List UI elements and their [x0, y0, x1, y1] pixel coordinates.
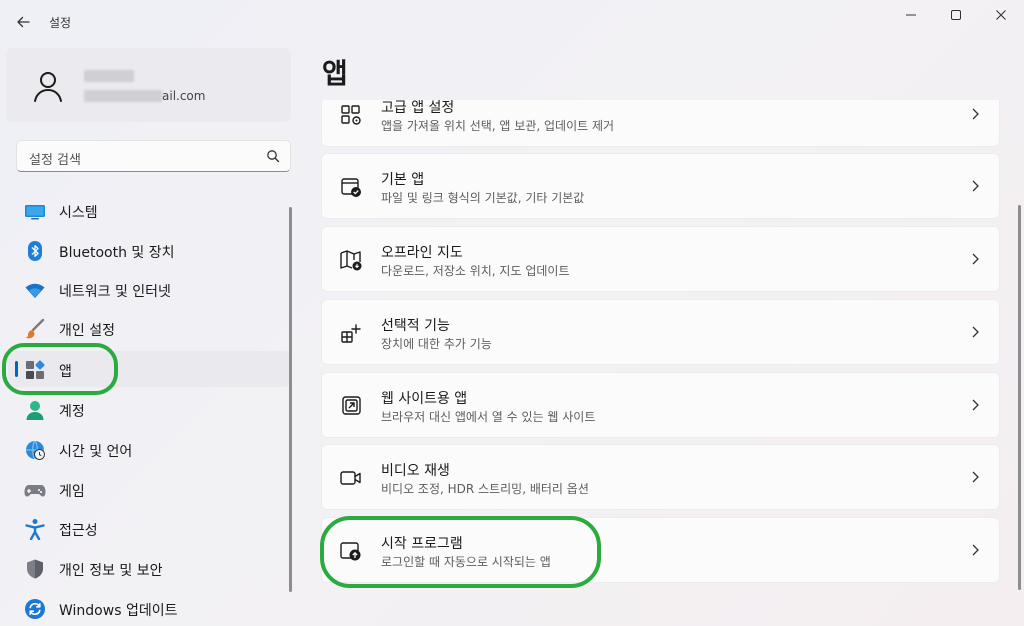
maximize-icon	[951, 10, 961, 20]
card-title: 선택적 기능	[381, 318, 450, 334]
sidebar-item-privacy-security[interactable]: 개인 정보 및 보안	[8, 550, 290, 586]
apps-for-websites-icon	[342, 396, 361, 415]
sidebar-scrollbar[interactable]	[289, 207, 292, 592]
sidebar-item-personalization[interactable]: 개인 설정	[8, 310, 290, 346]
search-input[interactable]: 설정 검색	[16, 140, 291, 172]
card-subtitle: 장치에 대한 추가 기능	[381, 337, 492, 351]
card-title: 웹 사이트용 앱	[381, 391, 468, 407]
card-title: 비디오 재생	[381, 463, 450, 479]
video-camera-icon	[340, 471, 361, 485]
monitor-icon	[25, 205, 45, 220]
card-subtitle: 다운로드, 저장소 위치, 지도 업데이트	[381, 264, 570, 278]
chevron-right-icon	[972, 399, 979, 411]
account-email: ail.com	[162, 89, 206, 103]
sidebar-item-accounts[interactable]: 계정	[8, 391, 290, 427]
chevron-right-icon	[972, 326, 979, 338]
sidebar-item-network[interactable]: 네트워크 및 인터넷	[8, 271, 290, 307]
sidebar-item-label: 접근성	[59, 523, 98, 539]
sidebar-item-windows-update[interactable]: Windows 업데이트	[8, 590, 290, 626]
sidebar-item-gaming[interactable]: 게임	[8, 471, 290, 507]
account-email-redacted	[84, 90, 162, 102]
sidebar-item-label: 시간 및 언어	[59, 444, 133, 460]
main-scrollbar[interactable]	[1018, 205, 1021, 590]
bluetooth-icon	[28, 241, 42, 261]
shield-icon	[27, 559, 43, 579]
offline-map-icon	[340, 250, 362, 271]
sidebar-item-label: 계정	[59, 404, 85, 420]
card-optional-features[interactable]: 선택적 기능 장치에 대한 추가 기능	[321, 299, 1000, 365]
update-icon	[25, 599, 45, 619]
sidebar-item-label: 게임	[59, 484, 85, 500]
account-card[interactable]	[6, 48, 291, 122]
card-advanced-app-settings[interactable]: 고급 앱 설정 앱을 가져올 위치 선택, 앱 보관, 업데이트 제거	[321, 100, 1000, 147]
sidebar-item-label: Windows 업데이트	[59, 603, 178, 619]
card-apps-for-websites[interactable]: 웹 사이트용 앱 브라우저 대신 앱에서 열 수 있는 웹 사이트	[321, 372, 1000, 438]
back-button[interactable]	[12, 11, 34, 33]
card-subtitle: 브라우저 대신 앱에서 열 수 있는 웹 사이트	[381, 410, 596, 424]
sidebar-item-label: 개인 설정	[59, 323, 115, 339]
globe-clock-icon	[26, 440, 45, 460]
card-offline-maps[interactable]: 오프라인 지도 다운로드, 저장소 위치, 지도 업데이트	[321, 226, 1000, 292]
chevron-right-icon	[972, 253, 979, 265]
arrow-left-icon	[17, 16, 30, 28]
sidebar-item-bluetooth[interactable]: Bluetooth 및 장치	[8, 232, 290, 268]
gamepad-icon	[24, 485, 46, 497]
close-button[interactable]	[979, 4, 1023, 26]
sidebar-item-time-language[interactable]: 시간 및 언어	[8, 431, 290, 467]
highlight-circle-apps	[2, 343, 118, 395]
card-title: 기본 앱	[381, 172, 425, 188]
title-bar: 설정	[0, 0, 1024, 42]
person-icon	[34, 72, 62, 102]
card-title: 오프라인 지도	[381, 245, 463, 261]
minimize-icon	[906, 14, 916, 16]
advanced-app-settings-icon	[341, 105, 361, 125]
optional-features-icon	[341, 324, 361, 343]
minimize-button[interactable]	[889, 4, 933, 26]
sidebar-item-label: 개인 정보 및 보안	[59, 563, 163, 579]
search-icon	[267, 150, 280, 163]
card-subtitle: 파일 및 링크 형식의 기본값, 기타 기본값	[381, 191, 585, 205]
sidebar-item-system[interactable]: 시스템	[8, 192, 290, 228]
wifi-icon	[25, 283, 45, 298]
highlight-circle-startup	[320, 516, 601, 588]
default-apps-icon	[341, 178, 361, 197]
chevron-right-icon	[972, 180, 979, 192]
paintbrush-icon	[25, 318, 45, 339]
card-title: 고급 앱 설정	[381, 100, 455, 116]
sidebar-item-accessibility[interactable]: 접근성	[8, 510, 290, 546]
sidebar-item-label: 시스템	[59, 205, 98, 221]
account-icon	[26, 401, 44, 420]
chevron-right-icon	[972, 108, 979, 120]
accessibility-icon	[25, 519, 45, 540]
card-video-playback[interactable]: 비디오 재생 비디오 조정, HDR 스트리밍, 배터리 옵션	[321, 444, 1000, 510]
sidebar-item-label: Bluetooth 및 장치	[59, 245, 175, 261]
chevron-right-icon	[972, 471, 979, 483]
chevron-right-icon	[972, 544, 979, 556]
card-subtitle: 앱을 가져올 위치 선택, 앱 보관, 업데이트 제거	[381, 119, 615, 133]
app-title: 설정	[49, 16, 72, 30]
close-icon	[996, 10, 1006, 20]
sidebar-item-label: 네트워크 및 인터넷	[59, 284, 171, 300]
account-name-redacted	[84, 70, 134, 82]
card-default-apps[interactable]: 기본 앱 파일 및 링크 형식의 기본값, 기타 기본값	[321, 153, 1000, 219]
page-title: 앱	[322, 57, 348, 90]
card-subtitle: 비디오 조정, HDR 스트리밍, 배터리 옵션	[381, 482, 589, 496]
maximize-button[interactable]	[934, 4, 978, 26]
search-placeholder: 설정 검색	[29, 153, 81, 168]
